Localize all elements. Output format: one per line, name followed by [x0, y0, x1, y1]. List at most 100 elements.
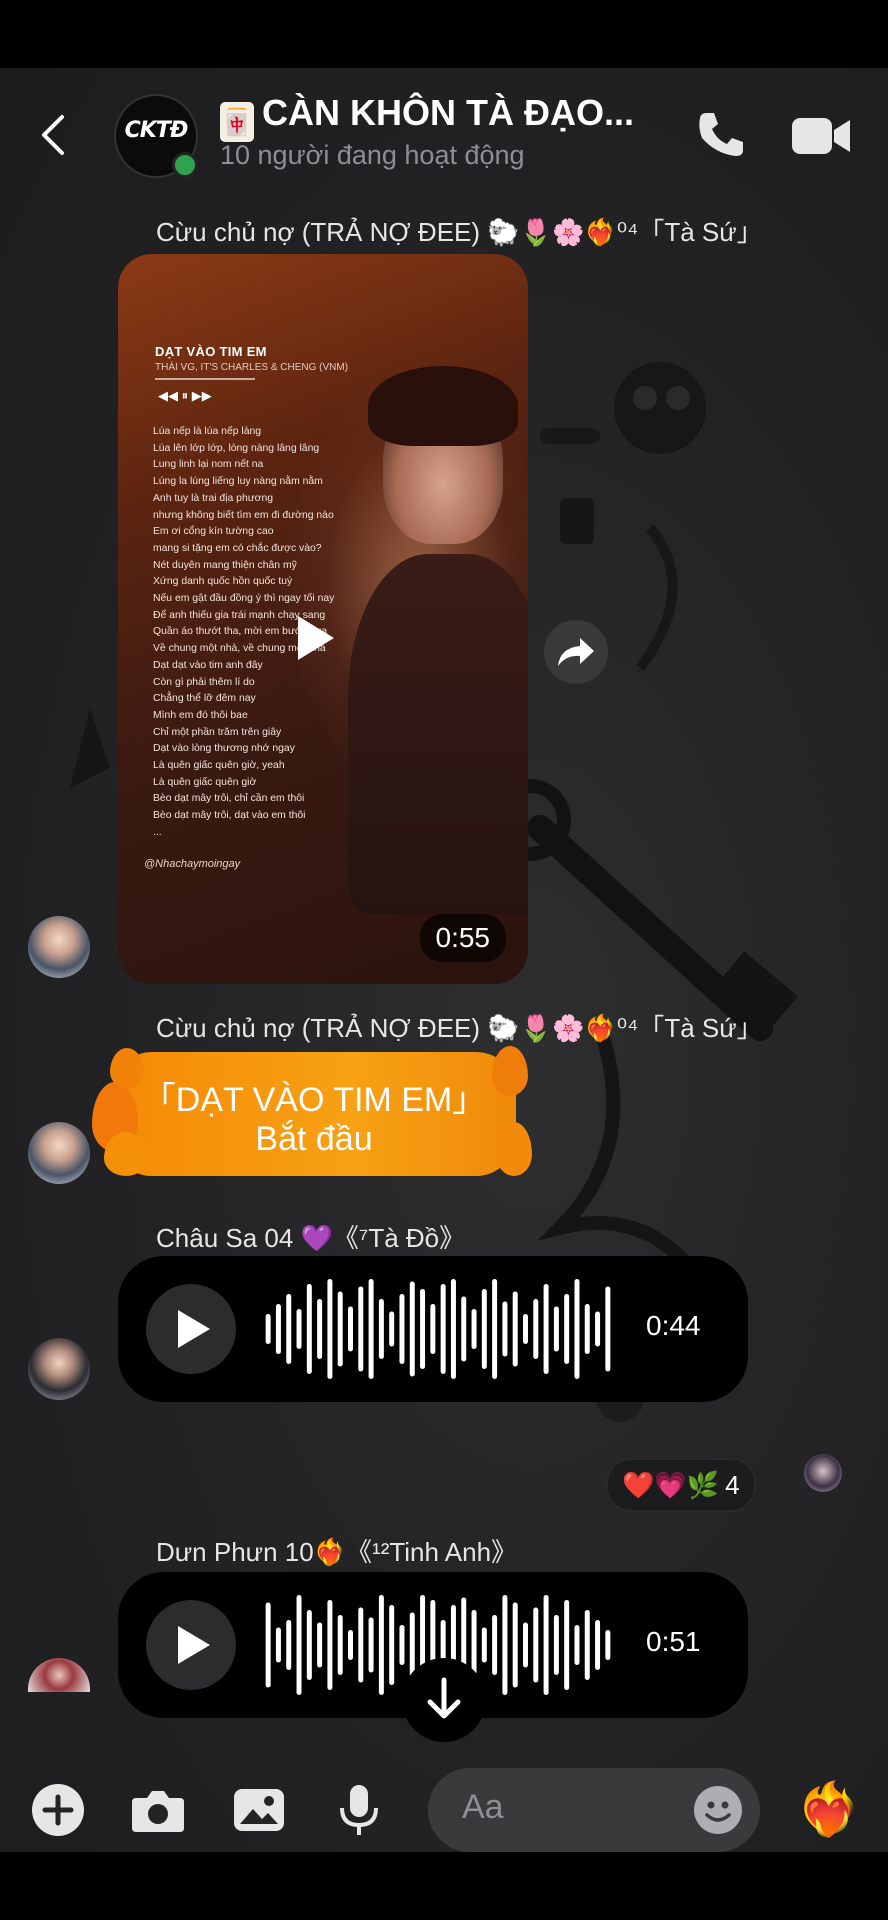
waveform-bar	[595, 1311, 601, 1347]
waveform-bar	[512, 1291, 518, 1367]
lyric-line: Để anh thiếu gia trái mạnh chạy sang	[153, 609, 326, 621]
lyric-line: Bèo dạt mây trôi, chỉ cần em thôi	[153, 793, 305, 805]
lyric-line: Xứng danh quốc hồn quốc tuý	[153, 576, 293, 588]
lyric-line: Còn gì phải thêm lí do	[153, 676, 255, 688]
waveform-bar	[327, 1600, 333, 1690]
seen-avatar	[804, 1454, 842, 1492]
waveform-bar	[275, 1304, 281, 1354]
play-icon[interactable]	[298, 616, 334, 660]
camera-icon[interactable]	[130, 1782, 186, 1838]
waveform-bar	[605, 1286, 611, 1372]
waveform-bar	[605, 1630, 611, 1660]
waveform-bar	[389, 1311, 395, 1347]
waveform-bar	[584, 1610, 590, 1680]
reaction-count: 4	[725, 1469, 740, 1500]
waveform-bar	[358, 1607, 364, 1683]
smiley-icon[interactable]	[694, 1786, 742, 1834]
lyric-line: Nếu em gật đầu đồng ý thì ngay tối nay	[153, 593, 335, 605]
waveform-bar	[481, 1289, 487, 1369]
event-status: Bắt đầu	[255, 1120, 373, 1158]
waveform-bar	[296, 1595, 302, 1695]
video-message[interactable]: DẠT VÀO TIM EM THÁI VG, IT'S CHARLES & C…	[118, 254, 528, 984]
microphone-icon[interactable]	[331, 1782, 387, 1838]
waveform-bar	[348, 1630, 353, 1660]
lyric-line: nhưng không biết tìm em đi đường nào	[153, 509, 334, 521]
waveform-bar	[265, 1602, 271, 1688]
sender-avatar[interactable]	[28, 1658, 90, 1692]
waveform-bar	[286, 1620, 292, 1670]
message-sender: Cừu chủ nợ (TRẢ NỢ ĐEE) 🐑🌷🌸❤️‍🔥⁰⁴「Tà Sứ」	[156, 217, 763, 247]
waveform-bar	[317, 1622, 323, 1668]
message-sender: Cừu chủ nợ (TRẢ NỢ ĐEE) 🐑🌷🌸❤️‍🔥⁰⁴「Tà Sứ」	[156, 1013, 763, 1043]
sender-avatar[interactable]	[28, 1122, 90, 1184]
waveform-bar	[430, 1304, 436, 1354]
video-music-controls: ◀◀ ⏸ ▶▶	[158, 388, 212, 403]
event-title: 「DẠT VÀO TIM EM」	[141, 1081, 487, 1119]
phone-icon[interactable]	[694, 108, 748, 162]
download-arrow-icon	[427, 1677, 461, 1719]
waveform-bar	[523, 1622, 528, 1668]
waveform-bar	[564, 1294, 570, 1364]
lyric-line: Lúa lên lớp lớp, lòng nàng lâng lâng	[153, 442, 320, 454]
back-chevron-icon[interactable]	[38, 114, 68, 156]
waveform-bar	[574, 1279, 580, 1379]
waveform-bar	[574, 1625, 580, 1665]
mahjong-tile-icon: 🀄	[220, 102, 254, 142]
online-indicator	[172, 152, 198, 178]
waveform-bar	[358, 1286, 364, 1372]
waveform-bar	[595, 1620, 601, 1670]
lyric-line: Dạt vào lòng thương nhớ ngay	[153, 743, 295, 755]
video-lyrics: Lúa nếp là lúa nếp làng Lúa lên lớp lớp, …	[153, 424, 383, 842]
reactions-badge[interactable]: ❤️💗🌿 4	[606, 1458, 756, 1512]
image-icon[interactable]	[231, 1782, 287, 1838]
lyric-line: Lung linh lại nom nết na	[153, 459, 264, 471]
video-camera-icon[interactable]	[790, 112, 852, 160]
sender-avatar[interactable]	[28, 916, 90, 978]
sender-avatar[interactable]	[28, 1338, 90, 1400]
waveform-bar	[420, 1289, 426, 1369]
send-heart-button[interactable]: ❤️‍🔥	[796, 1780, 861, 1840]
waveform-bar	[440, 1284, 446, 1374]
play-button[interactable]	[146, 1284, 236, 1374]
group-logo-text: CKTĐ	[124, 118, 189, 143]
video-song-title: DẠT VÀO TIM EM	[155, 344, 267, 359]
waveform-bar	[368, 1617, 374, 1673]
lyric-line: Lúa nếp là lúa nếp làng	[153, 426, 262, 437]
video-handle: @Nhachaymoingay	[144, 858, 241, 870]
lyric-line: Chỉ một phần trăm trên giây	[153, 726, 282, 738]
share-button[interactable]	[544, 620, 608, 684]
play-button[interactable]	[146, 1600, 236, 1690]
waveform-bar	[553, 1615, 559, 1675]
waveform-bar	[327, 1279, 333, 1379]
waveform-bar	[337, 1615, 343, 1675]
waveform-bar	[533, 1607, 539, 1683]
scroll-down-button[interactable]	[402, 1658, 486, 1742]
lyric-line: Quần áo thướt tha, mời em bước qua	[153, 626, 328, 638]
waveform-bar	[275, 1627, 281, 1663]
waveform-bar	[296, 1309, 302, 1349]
lyric-line: ...	[153, 826, 162, 838]
waveform-bar	[450, 1279, 456, 1379]
lyric-line: Dạt dạt vào tim anh đây	[153, 659, 263, 671]
lyric-line: Mình em đó thôi bae	[153, 709, 248, 721]
waveform-bar	[265, 1314, 271, 1344]
waveform-bar	[492, 1279, 498, 1379]
message-input[interactable]: Aa	[428, 1768, 760, 1852]
voice-message[interactable]: 0:44	[118, 1256, 748, 1402]
lyric-line: mang si tặng em có chắc được vào?	[153, 542, 322, 554]
lyric-line: Nét duyên mang thiện chân mỹ	[153, 559, 297, 571]
chat-title[interactable]: 🀄 CÀN KHÔN TÀ ĐẠO...	[220, 92, 634, 142]
message-input-placeholder: Aa	[462, 1788, 504, 1826]
lyric-line: Là quên giấc quên giờ	[153, 776, 257, 788]
lyric-line: Lúng la lúng liếng luy nàng nằm nằm	[153, 476, 323, 488]
waveform-bar	[409, 1281, 415, 1377]
waveform-bar	[399, 1294, 405, 1364]
audio-waveform	[265, 1279, 611, 1379]
chat-screen: CKTĐ 🀄 CÀN KHÔN TÀ ĐẠO... 10 người đang h…	[0, 68, 888, 1852]
waveform-bar	[533, 1299, 539, 1359]
waveform-bar	[286, 1294, 292, 1364]
waveform-bar	[306, 1284, 312, 1374]
plus-circle-icon[interactable]	[30, 1782, 86, 1838]
waveform-bar	[306, 1610, 312, 1680]
event-bubble[interactable]: 「DẠT VÀO TIM EM」 Bắt đầu	[92, 1046, 532, 1176]
